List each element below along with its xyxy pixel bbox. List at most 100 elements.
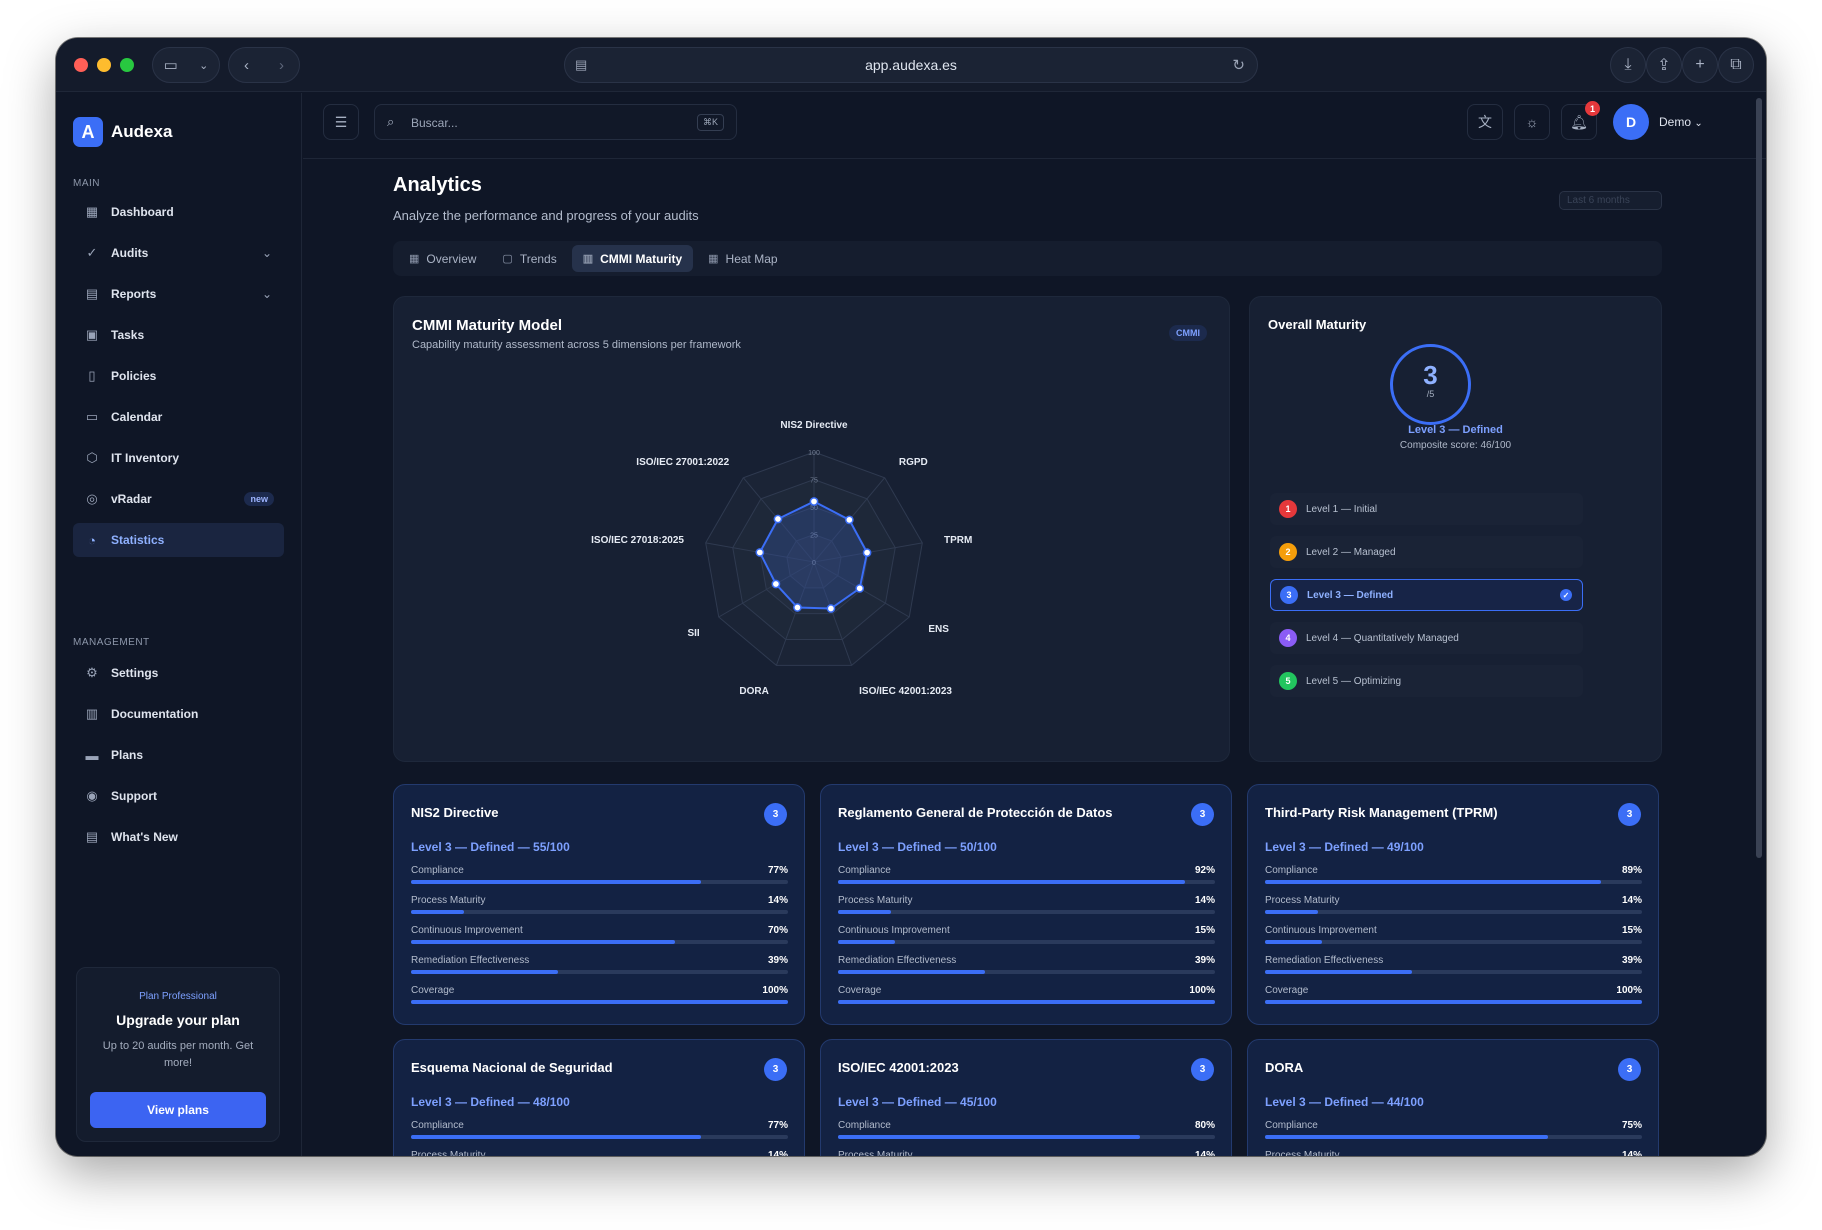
notifications-button[interactable]: 🔔︎ 1 — [1561, 101, 1600, 140]
collapse-sidebar-button[interactable]: ☰ — [323, 104, 359, 140]
framework-card[interactable]: Third-Party Risk Management (TPRM) 3 Level… — [1247, 784, 1659, 1025]
chevron-down-icon[interactable]: ⌄ — [262, 287, 272, 301]
radar-data-point[interactable] — [809, 497, 819, 506]
framework-card[interactable]: ISO/IEC 42001:2023 3 Level 3 — Defined — 4… — [820, 1039, 1232, 1156]
cmmi-maturity-panel: CMMI Maturity Model Capability maturity … — [393, 296, 1230, 762]
sidebar-item-label: Tasks — [111, 328, 145, 342]
tab-cmmi-maturity[interactable]: ▥ CMMI Maturity — [571, 245, 694, 272]
metric-row: Coverage 100% — [411, 985, 788, 1011]
metric-name: Coverage — [411, 985, 455, 996]
period-select[interactable]: Last 6 months — [1559, 191, 1662, 210]
metric-progress-track — [838, 880, 1215, 884]
radar-axis-label: ISO/IEC 27001:2022 — [636, 457, 729, 468]
metric-progress-fill — [1265, 940, 1322, 944]
sidebar-item-calendar[interactable]: ▭ Calendar — [73, 400, 284, 434]
metric-value: 14% — [1194, 895, 1215, 906]
metric-value: 70% — [767, 925, 788, 936]
radar-axis-label: NIS2 Directive — [780, 420, 848, 431]
brand-logo[interactable]: A Audexa — [73, 117, 172, 147]
theme-toggle-button[interactable]: ☼ — [1514, 104, 1550, 140]
grid-icon: ▦ — [85, 204, 99, 219]
close-window-button[interactable] — [74, 58, 88, 72]
minimize-window-button[interactable] — [97, 58, 111, 72]
metric-progress-track — [1265, 910, 1642, 914]
metric-name: Continuous Improvement — [1265, 925, 1377, 936]
sidebar-layout-icon[interactable]: ▭ — [164, 56, 178, 74]
radar-axis-label: ISO/IEC 27018:2025 — [591, 535, 684, 546]
metric-row: Compliance 92% — [838, 865, 1215, 891]
share-icon[interactable]: ⇪ — [1646, 47, 1682, 83]
maturity-level-item[interactable]: 1 Level 1 — Initial — [1270, 493, 1583, 525]
back-icon[interactable]: ‹ — [244, 57, 249, 74]
sidebar-item-settings[interactable]: ⚙ Settings — [73, 656, 284, 690]
gear-icon: ⚙ — [86, 665, 98, 680]
box-icon: ⬡ — [86, 450, 98, 465]
sidebar-item-label: Policies — [111, 369, 157, 383]
radar-data-point[interactable] — [862, 548, 872, 557]
framework-card[interactable]: Reglamento General de Protección de Dato… — [820, 784, 1232, 1025]
sidebar-item-label: Plans — [111, 748, 144, 762]
radar-data-point[interactable] — [845, 515, 854, 525]
framework-card[interactable]: NIS2 Directive 3 Level 3 — Defined — 55/10… — [393, 784, 805, 1025]
sidebar-item-vradar[interactable]: ◎ vRadar new — [73, 482, 284, 516]
sidebar-item-label: Audits — [111, 246, 149, 260]
user-menu[interactable]: Demo ⌄ — [1659, 115, 1703, 129]
maturity-level-item[interactable]: 3 Level 3 — Defined ✓ — [1270, 579, 1583, 611]
chevron-down-icon[interactable]: ⌄ — [262, 246, 272, 260]
radar-axis-label: ENS — [928, 624, 949, 635]
sidebar-item-tasks[interactable]: ▣ Tasks — [73, 318, 284, 352]
sidebar-item-label: Documentation — [111, 707, 199, 721]
download-icon[interactable]: ⤓ — [1610, 47, 1646, 83]
reload-icon[interactable]: ↻ — [1232, 56, 1245, 74]
tab-heat-map[interactable]: ▦ Heat Map — [697, 245, 788, 272]
avatar[interactable]: D — [1613, 104, 1649, 140]
tab-overview[interactable]: ▦ Overview — [398, 245, 487, 272]
maturity-level-item[interactable]: 4 Level 4 — Quantitatively Managed — [1270, 622, 1583, 654]
sidebar-item-audits[interactable]: ✓ Audits ⌄ — [73, 236, 284, 270]
overall-maturity-panel: Overall Maturity 3 /5 Level 3 — Defined … — [1249, 296, 1662, 762]
sidebar-item-plans[interactable]: ▬ Plans — [73, 738, 284, 772]
sidebar-item-statistics[interactable]: ◔ Statistics — [73, 523, 284, 557]
new-tab-icon[interactable]: + — [1682, 47, 1718, 83]
page-scrollbar[interactable] — [1756, 98, 1762, 858]
sidebar-item-what-s-new[interactable]: ▤ What's New — [73, 820, 284, 854]
metric-progress-track — [1265, 1135, 1642, 1139]
metric-row: Compliance 77% — [411, 865, 788, 891]
radar-data-point[interactable] — [793, 603, 802, 612]
forward-icon[interactable]: › — [279, 57, 284, 74]
user-name: Demo — [1659, 115, 1692, 129]
framework-card[interactable]: DORA 3 Level 3 — Defined — 44/100 Complianc… — [1247, 1039, 1659, 1156]
chevron-down-icon[interactable]: ⌄ — [199, 59, 208, 72]
sidebar-item-support[interactable]: ◉ Support — [73, 779, 284, 813]
sidebar-toggle-group[interactable]: ▭ ⌄ — [152, 47, 220, 83]
address-bar[interactable]: ▤ app.audexa.es ↻ — [564, 47, 1258, 83]
tab-overview-icon[interactable]: ⧉ — [1718, 47, 1754, 83]
radar-data-point[interactable] — [755, 548, 765, 557]
sidebar-item-documentation[interactable]: ▥ Documentation — [73, 697, 284, 731]
metric-progress-track — [838, 940, 1215, 944]
sidebar-item-it-inventory[interactable]: ⬡ IT Inventory — [73, 441, 284, 475]
metric-progress-fill — [411, 1135, 702, 1139]
metric-name: Continuous Improvement — [838, 925, 950, 936]
maturity-level-item[interactable]: 2 Level 2 — Managed — [1270, 536, 1583, 568]
metric-row: Continuous Improvement 70% — [411, 925, 788, 951]
radar-data-point[interactable] — [771, 579, 781, 589]
maximize-window-button[interactable] — [120, 58, 134, 72]
search-input[interactable]: ⌕ Buscar... ⌘K — [374, 104, 737, 140]
metric-progress-track — [838, 1135, 1215, 1139]
radar-data-point[interactable] — [773, 514, 783, 524]
sidebar-item-policies[interactable]: ▯ Policies — [73, 359, 284, 393]
metric-progress-fill — [411, 1000, 788, 1004]
level-number-badge: 1 — [1279, 500, 1297, 518]
maturity-level-item[interactable]: 5 Level 5 — Optimizing — [1270, 665, 1583, 697]
check-icon: ✓ — [1560, 589, 1572, 601]
sidebar-item-reports[interactable]: ▤ Reports ⌄ — [73, 277, 284, 311]
tab-trends[interactable]: ▢ Trends — [491, 245, 567, 272]
sidebar-item-dashboard[interactable]: ▦ Dashboard — [73, 195, 284, 229]
metric-name: Remediation Effectiveness — [1265, 955, 1384, 966]
radar-data-point[interactable] — [855, 584, 865, 593]
view-plans-button[interactable]: View plans — [90, 1092, 266, 1128]
framework-card[interactable]: Esquema Nacional de Seguridad 3 Level 3 — … — [393, 1039, 805, 1156]
language-button[interactable]: 文 — [1467, 104, 1503, 140]
radar-data-point[interactable] — [826, 604, 836, 613]
